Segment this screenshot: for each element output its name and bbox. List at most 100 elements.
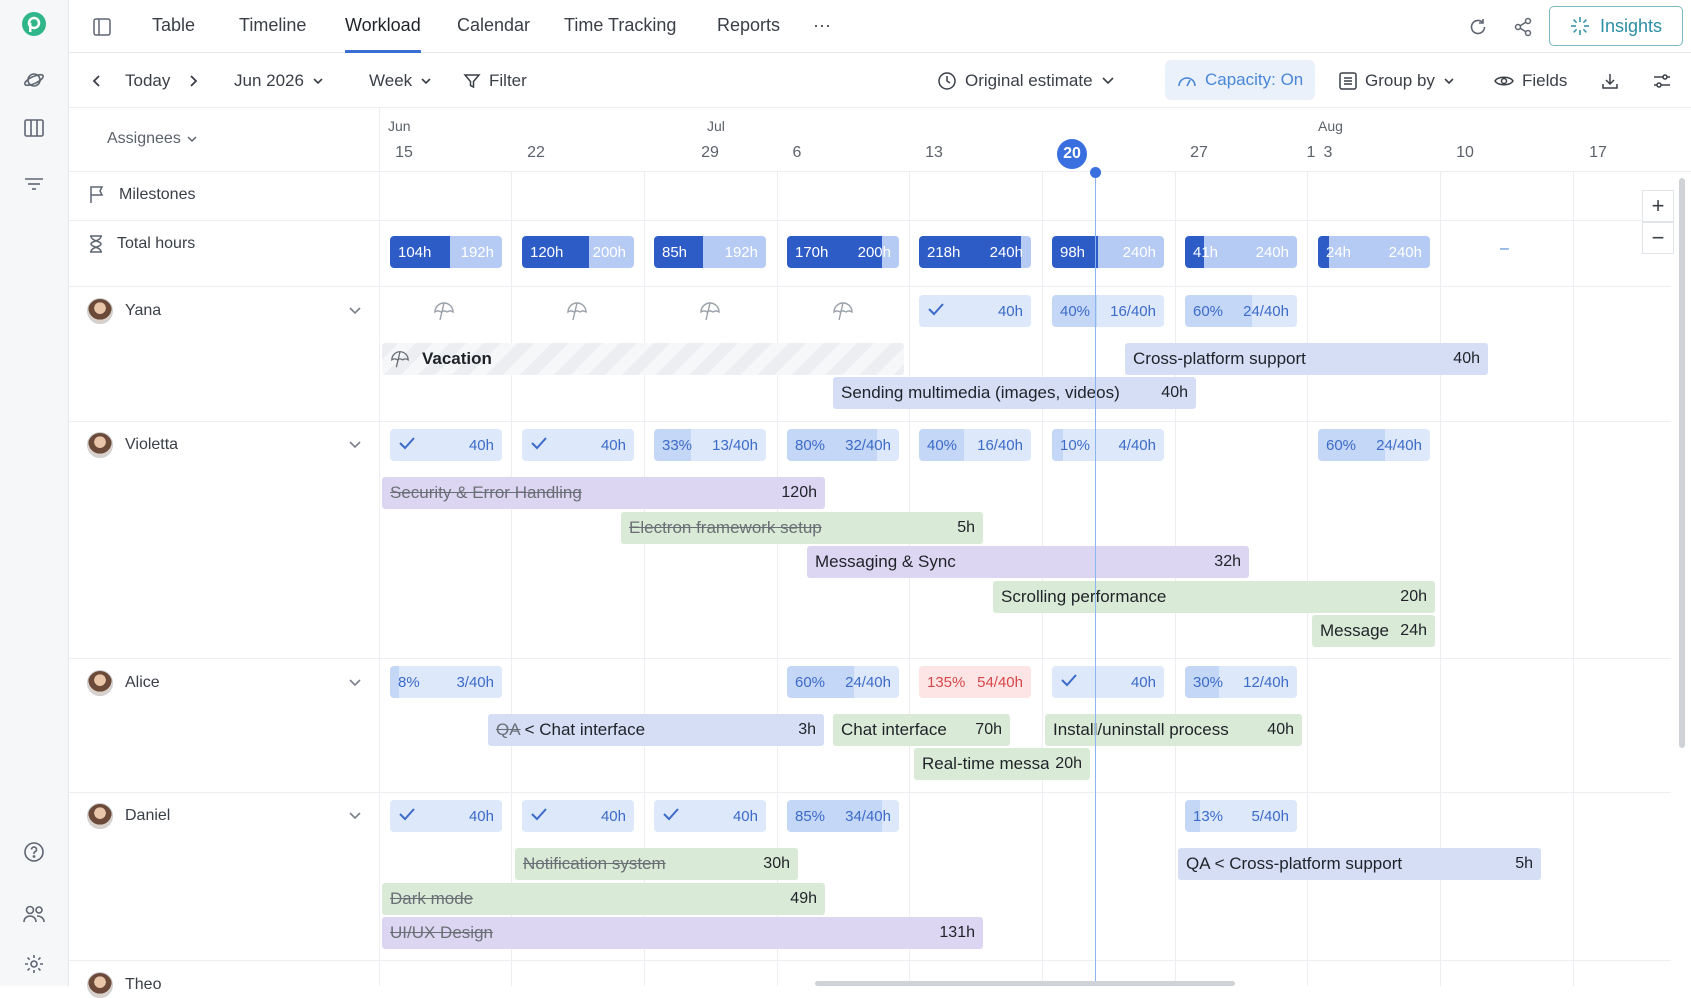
capacity-chip[interactable]: 135%54/40h [919,666,1031,698]
capacity-percent [927,302,945,320]
next-period-button[interactable] [187,53,199,108]
task-messaging-sync[interactable]: Messaging & Sync 32h [807,546,1249,578]
capacity-chip[interactable]: 8%3/40h [390,666,502,698]
assignee-theo[interactable]: Theo [87,972,161,998]
refresh-icon[interactable] [1465,14,1491,40]
task-sending-multimedia[interactable]: Sending multimedia (images, videos) 40h [833,377,1196,409]
vertical-scrollbar[interactable] [1679,178,1685,748]
filter-lines-icon[interactable] [20,170,48,198]
capacity-chip[interactable]: 40h [522,429,634,461]
capacity-hours: 24/40h [1243,303,1289,320]
capacity-percent: 104h [398,244,431,261]
capacity-chip[interactable]: 85%34/40h [787,800,899,832]
estimate-select[interactable]: Original estimate [937,53,1115,108]
fields-button[interactable]: Fields [1494,53,1567,108]
task-notification-system[interactable]: Notification system 30h [515,848,798,880]
assignee-name: Yana [125,302,161,320]
task-ui-ux-design[interactable]: UI/UX Design 131h [382,917,983,949]
app-logo-icon[interactable] [20,10,48,38]
task-cross-platform-support[interactable]: Cross-platform support 40h [1125,343,1488,375]
chevron-down-icon[interactable] [348,438,362,452]
today-button[interactable]: Today [125,53,170,108]
capacity-chip[interactable]: 33%13/40h [654,429,766,461]
capacity-chip[interactable]: 98h240h [1052,236,1164,268]
capacity-chip[interactable]: 60%24/40h [1318,429,1430,461]
capacity-chip[interactable]: 120h200h [522,236,634,268]
capacity-chip[interactable]: 40%16/40h [1052,295,1164,327]
zoom-out-button[interactable]: − [1642,222,1674,254]
task-vacation[interactable]: Vacation [382,343,904,375]
help-icon[interactable] [20,838,48,866]
gauge-icon [1177,72,1197,88]
tab-calendar[interactable]: Calendar [457,0,530,53]
month-picker[interactable]: Jun 2026 [234,53,324,108]
team-icon[interactable] [20,900,48,928]
task-scrolling-performance[interactable]: Scrolling performance 20h [993,581,1435,613]
assignee-yana[interactable]: Yana [87,298,161,324]
capacity-percent: 60% [1326,437,1356,454]
sidebar-toggle-icon[interactable] [89,14,115,40]
capacity-chip[interactable]: 218h240h [919,236,1031,268]
capacity-chip[interactable]: 40h [919,295,1031,327]
filter-button[interactable]: Filter [463,53,527,108]
task-dark-mode[interactable]: Dark mode 49h [382,883,825,915]
task-qa-cross-platform-support[interactable]: QA < Cross-platform support 5h [1178,848,1541,880]
task-name: Scrolling performance [1001,587,1166,607]
group-by-select[interactable]: Group by [1339,53,1455,108]
assignee-daniel[interactable]: Daniel [87,803,170,829]
capacity-chip[interactable]: 104h192h [390,236,502,268]
tab-time-tracking[interactable]: Time Tracking [564,0,676,53]
planet-icon[interactable] [20,66,48,94]
insights-button[interactable]: Insights [1549,6,1683,46]
capacity-chip[interactable]: 85h192h [654,236,766,268]
chevron-down-icon[interactable] [348,304,362,318]
capacity-chip[interactable]: 40h [1052,666,1164,698]
tab-reports[interactable]: Reports [717,0,780,53]
capacity-chip[interactable]: 60%24/40h [787,666,899,698]
tab-workload[interactable]: Workload [345,0,421,53]
capacity-chip[interactable]: 40h [390,800,502,832]
hourglass-icon [87,234,105,254]
board-icon[interactable] [20,114,48,142]
capacity-hours: 40h [1131,674,1156,691]
task-chat-interface[interactable]: Chat interface 70h [833,714,1010,746]
download-button[interactable] [1601,53,1619,108]
share-icon[interactable] [1510,14,1536,40]
capacity-chip[interactable]: 80%32/40h [787,429,899,461]
tab-table[interactable]: Table [152,0,195,53]
assignees-column-header[interactable]: Assignees [107,130,197,148]
capacity-chip[interactable]: 10%4/40h [1052,429,1164,461]
capacity-chip[interactable]: 41h240h [1185,236,1297,268]
chevron-down-icon[interactable] [348,676,362,690]
capacity-chip[interactable]: 24h240h [1318,236,1430,268]
horizontal-scrollbar[interactable] [815,981,1235,986]
download-icon [1601,72,1619,90]
capacity-chip[interactable]: 40h [522,800,634,832]
view-scale-select[interactable]: Week [369,53,432,108]
assignee-violetta[interactable]: Violetta [87,432,178,458]
settings-sliders-button[interactable] [1653,53,1671,108]
more-tabs-button[interactable]: ··· [813,0,831,53]
capacity-chip[interactable]: 40h [390,429,502,461]
prev-period-button[interactable] [91,53,103,108]
capacity-percent: 98h [1060,244,1085,261]
capacity-chip[interactable]: 30%12/40h [1185,666,1297,698]
milestones-row-label: Milestones [87,185,195,205]
chevron-down-icon[interactable] [348,809,362,823]
capacity-toggle[interactable]: Capacity: On [1165,60,1315,100]
zoom-in-button[interactable]: + [1642,190,1674,222]
capacity-chip[interactable]: 13%5/40h [1185,800,1297,832]
assignee-alice[interactable]: Alice [87,670,160,696]
tab-timeline[interactable]: Timeline [239,0,306,53]
capacity-chip[interactable]: 60%24/40h [1185,295,1297,327]
task-message[interactable]: Message 24h [1312,615,1435,647]
settings-gear-icon[interactable] [20,950,48,978]
task-electron-framework-setup[interactable]: Electron framework setup 5h [621,512,983,544]
capacity-chip[interactable]: 170h200h [787,236,899,268]
task-security-error-handling[interactable]: Security & Error Handling 120h [382,477,825,509]
capacity-chip[interactable]: 40h [654,800,766,832]
task-qa-chat-interface[interactable]: QA < Chat interface 3h [488,714,824,746]
task-real-time-messaging[interactable]: Real-time messa 20h [914,748,1090,780]
task-install-uninstall-process[interactable]: Install/uninstall process 40h [1045,714,1302,746]
capacity-chip[interactable]: 40%16/40h [919,429,1031,461]
